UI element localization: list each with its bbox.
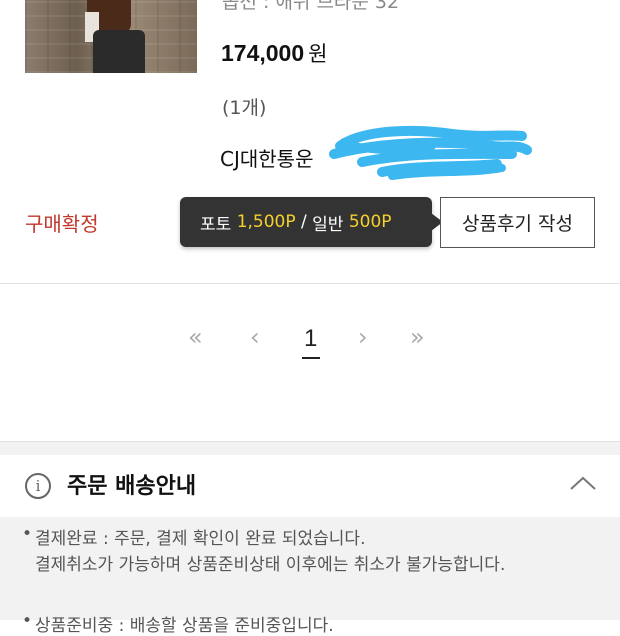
- tooltip-separator: /: [301, 212, 307, 232]
- section-divider: [0, 283, 620, 284]
- notice-line: 결제완료 : 주문, 결제 확인이 완료 되었습니다.: [35, 529, 366, 549]
- product-quantity: (1개): [222, 97, 267, 119]
- write-review-button[interactable]: 상품후기 작성: [440, 197, 595, 248]
- last-page-icon[interactable]: »: [410, 323, 425, 351]
- info-icon: i: [25, 473, 51, 499]
- chevron-up-icon[interactable]: [568, 473, 598, 493]
- price-currency: 원: [308, 43, 328, 66]
- next-page-icon[interactable]: ›: [358, 323, 368, 351]
- tooltip-normal-points: 500P: [348, 212, 392, 232]
- product-option: 옵션 : 애쉬 브라운 32: [222, 0, 400, 13]
- notice-line: 상품준비중 : 배송할 상품을 준비중입니다.: [35, 616, 334, 636]
- notice-line: 결제취소가 가능하며 상품준비상태 이후에는 취소가 불가능합니다.: [35, 555, 506, 575]
- tracking-number-redaction: [329, 125, 532, 180]
- shipping-notice-body: • 결제완료 : 주문, 결제 확인이 완료 되었습니다. 결제취소가 가능하며…: [0, 517, 620, 636]
- shipping-notice-title: 주문 배송안내: [67, 474, 197, 499]
- product-price: 174,000 원: [221, 38, 327, 68]
- tooltip-normal-label: 일반: [312, 214, 344, 235]
- order-item-card: 옵션 : 애쉬 브라운 32 174,000 원 (1개) CJ대한통운 구매확정…: [0, 0, 620, 283]
- product-image[interactable]: [25, 0, 197, 73]
- first-page-icon[interactable]: «: [188, 323, 203, 351]
- price-value: 174,000: [221, 40, 305, 66]
- courier-name: CJ대한통운: [220, 147, 314, 171]
- notice-bullet: •: [22, 524, 33, 544]
- tooltip-photo-points: 1,500P: [236, 212, 296, 232]
- page-number-current[interactable]: 1: [301, 325, 321, 359]
- shipping-notice-header[interactable]: i 주문 배송안내: [0, 455, 620, 517]
- tooltip-photo-label: 포토: [200, 214, 232, 235]
- prev-page-icon[interactable]: ‹: [250, 323, 260, 351]
- notice-bullet: •: [22, 611, 33, 631]
- pagination: « ‹ 1 › »: [0, 315, 620, 365]
- purchase-confirm-link[interactable]: 구매확정: [25, 208, 99, 237]
- review-points-tooltip: 포토 1,500P / 일반 500P: [180, 197, 443, 247]
